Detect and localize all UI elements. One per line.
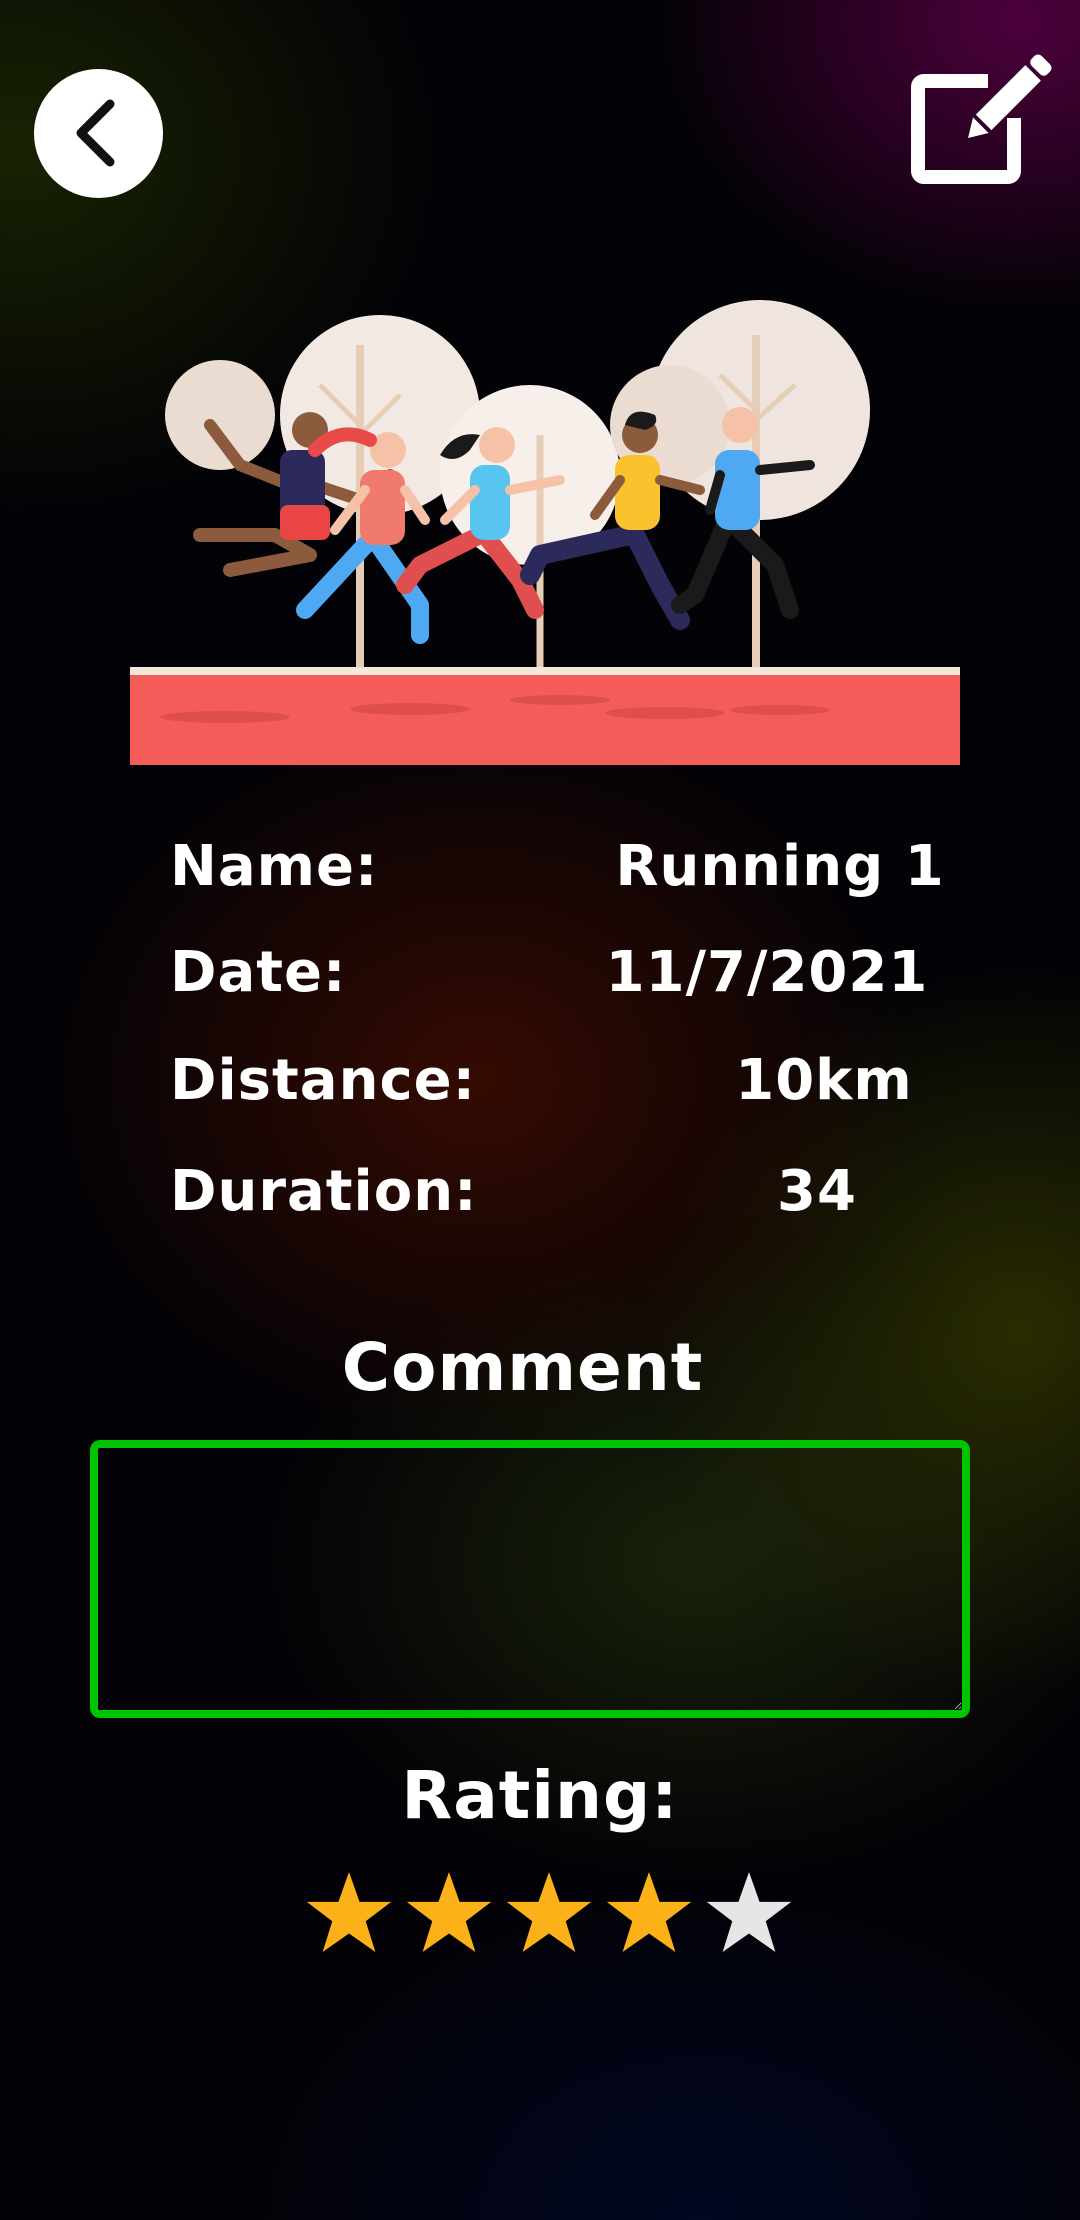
- chevron-left-icon: [76, 99, 115, 167]
- star-empty-icon[interactable]: [705, 1870, 793, 1954]
- runners-illustration: [130, 300, 960, 765]
- star-filled-icon[interactable]: [605, 1870, 693, 1954]
- star-filled-icon[interactable]: [505, 1870, 593, 1954]
- detail-row-name: Name: Running 1: [0, 827, 1080, 907]
- date-label: Date:: [170, 940, 347, 1005]
- back-button[interactable]: [34, 69, 163, 198]
- duration-label: Duration:: [170, 1159, 478, 1224]
- edit-pencil-icon: [911, 54, 1052, 184]
- rating-stars[interactable]: [305, 1870, 793, 1954]
- duration-value: 34: [777, 1159, 857, 1224]
- detail-row-date: Date: 11/7/2021: [0, 933, 1080, 1013]
- edit-button[interactable]: [910, 48, 1055, 188]
- star-filled-icon[interactable]: [305, 1870, 393, 1954]
- detail-row-distance: Distance: 10km: [0, 1041, 1080, 1121]
- comment-field[interactable]: [90, 1440, 970, 1718]
- star-filled-icon[interactable]: [405, 1870, 493, 1954]
- name-value: Running 1: [615, 834, 945, 899]
- date-value: 11/7/2021: [605, 940, 929, 1005]
- rating-heading: Rating:: [401, 1757, 679, 1834]
- distance-label: Distance:: [170, 1048, 477, 1113]
- comment-heading: Comment: [341, 1329, 704, 1406]
- name-label: Name:: [170, 834, 379, 899]
- distance-value: 10km: [735, 1048, 913, 1113]
- detail-row-duration: Duration: 34: [0, 1152, 1080, 1232]
